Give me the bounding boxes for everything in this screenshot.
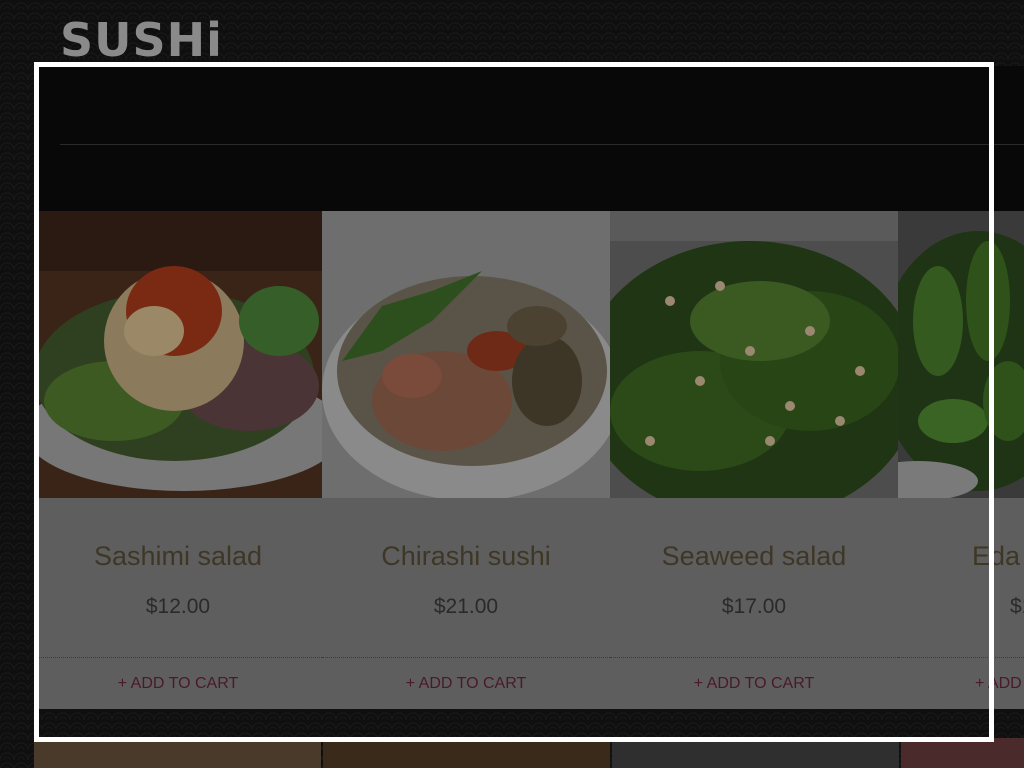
product-thumbnail[interactable] — [612, 738, 899, 768]
product-card[interactable]: Eda $1 + ADD — [898, 211, 1024, 709]
product-title[interactable]: Eda — [898, 541, 1024, 572]
next-row-thumbnails — [34, 738, 1024, 768]
product-card[interactable]: Sashimi salad $12.00 + ADD TO CART — [34, 211, 323, 709]
site-logo[interactable]: SUSHi — [60, 10, 223, 62]
seaweed-salad-photo[interactable] — [610, 211, 898, 498]
add-to-cart-button[interactable]: + ADD — [898, 658, 1024, 709]
product-thumbnail[interactable] — [34, 738, 321, 768]
product-title[interactable]: Seaweed salad — [610, 541, 898, 572]
product-carousel[interactable]: Sashimi salad $12.00 + ADD TO CART Chira… — [34, 211, 1024, 709]
header-band — [34, 66, 1024, 211]
chirashi-sushi-photo[interactable] — [322, 211, 610, 498]
product-card[interactable]: Chirashi sushi $21.00 + ADD TO CART — [322, 211, 611, 709]
product-card[interactable]: Seaweed salad $17.00 + ADD TO CART — [610, 211, 899, 709]
page: SUSHi Sashimi salad $12.00 + ADD TO CART… — [0, 0, 1024, 768]
sashimi-salad-photo[interactable] — [34, 211, 322, 498]
product-price: $17.00 — [721, 595, 787, 618]
product-price: $12.00 — [145, 595, 211, 618]
header-divider — [60, 144, 1024, 145]
add-to-cart-button[interactable]: + ADD TO CART — [322, 658, 610, 709]
product-title[interactable]: Chirashi sushi — [322, 541, 610, 572]
add-to-cart-button[interactable]: + ADD TO CART — [610, 658, 898, 709]
product-title[interactable]: Sashimi salad — [34, 541, 322, 572]
product-price: $1 — [1010, 595, 1024, 618]
product-thumbnail[interactable] — [901, 738, 1024, 768]
edamame-photo[interactable] — [898, 211, 1024, 498]
product-price: $21.00 — [433, 595, 499, 618]
add-to-cart-button[interactable]: + ADD TO CART — [34, 658, 322, 709]
product-thumbnail[interactable] — [323, 738, 610, 768]
